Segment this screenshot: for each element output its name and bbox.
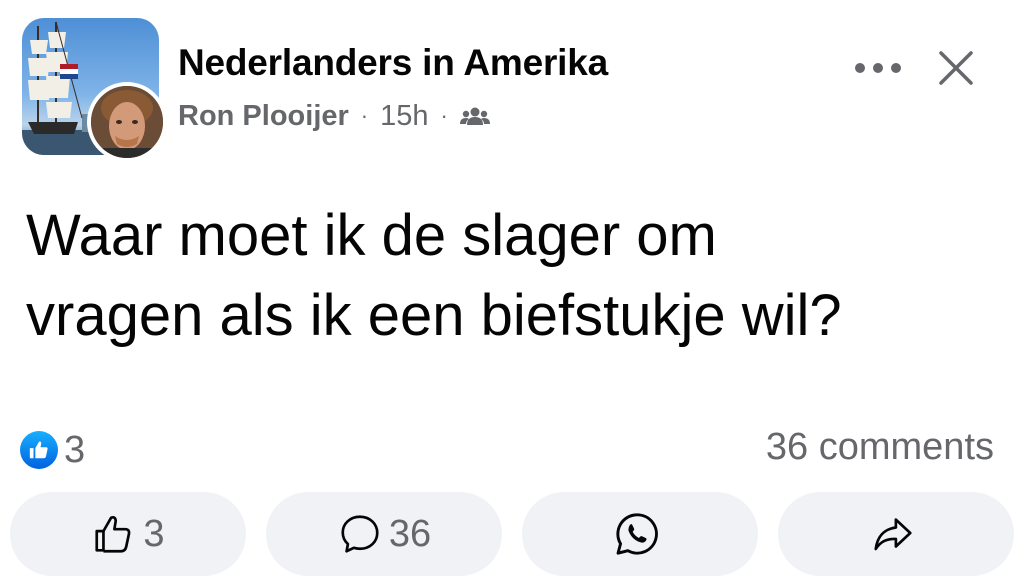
like-button[interactable]: 3 xyxy=(10,492,246,576)
meta-separator: · xyxy=(440,103,448,128)
comment-button[interactable]: 36 xyxy=(266,492,502,576)
reaction-count: 3 xyxy=(64,428,86,471)
post-text: Waar moet ik de slager om vragen als ik … xyxy=(26,203,842,348)
share-arrow-icon xyxy=(874,518,912,551)
author-avatar[interactable] xyxy=(87,82,167,162)
comment-bubble-icon xyxy=(341,515,379,553)
like-reaction-icon xyxy=(20,431,58,469)
group-name[interactable]: Nederlanders in Amerika xyxy=(178,42,608,84)
more-options-icon[interactable] xyxy=(848,56,908,80)
whatsapp-share-button[interactable] xyxy=(522,492,758,576)
comment-count-link[interactable]: 36 comments xyxy=(766,426,994,469)
like-count: 3 xyxy=(143,512,165,555)
post-meta: Ron Plooijer · 15h · xyxy=(178,98,490,134)
meta-separator: · xyxy=(360,103,369,128)
thumbs-up-icon xyxy=(95,515,131,553)
close-icon[interactable] xyxy=(936,48,976,88)
author-name[interactable]: Ron Plooijer xyxy=(178,100,349,133)
post-timestamp[interactable]: 15h xyxy=(380,100,428,133)
group-members-icon xyxy=(459,104,490,128)
reaction-summary[interactable]: 3 xyxy=(20,428,86,471)
share-button[interactable] xyxy=(778,492,1014,576)
author-photo xyxy=(91,86,163,158)
comment-count: 36 xyxy=(388,512,432,555)
whatsapp-icon xyxy=(616,513,658,555)
